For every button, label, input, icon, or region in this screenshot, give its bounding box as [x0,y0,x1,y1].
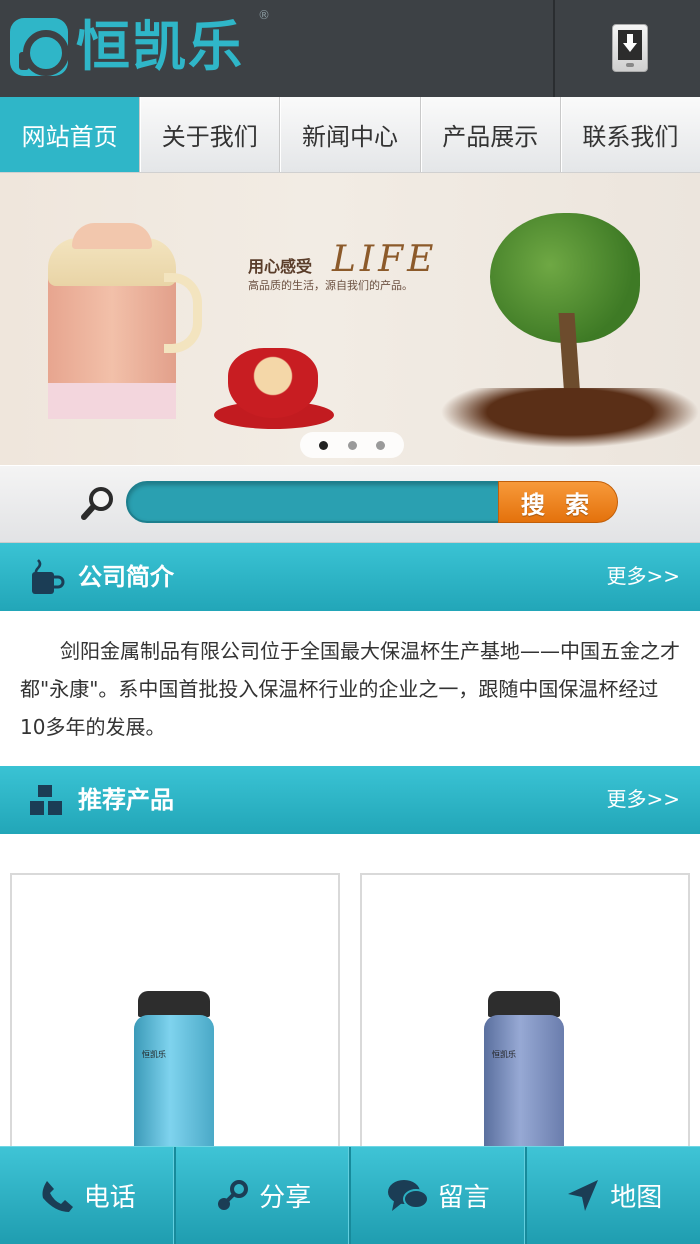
header: 恒凯乐 ® [0,0,700,97]
slider-dot-2[interactable] [347,440,357,450]
bottle-cap [138,991,210,1017]
thermos-jug-band [48,383,176,419]
slider-pagination [300,432,404,458]
map-arrow-icon [568,1179,599,1211]
phone-home-button [626,63,634,67]
recommended-products-more-link[interactable]: 更多>> [606,766,680,834]
banner-subtitle: 高品质的生活，源自我们的产品。 [248,279,413,292]
map-label: 地图 [610,1183,663,1213]
header-divider [553,0,555,97]
company-intro-text: 剑阳金属制品有限公司位于全国最大保温杯生产基地——中国五金之才都"永康"。系中国… [20,639,680,739]
message-button[interactable]: 留言 [351,1147,527,1244]
product-card[interactable]: 恒凯乐 [10,873,340,1173]
banner-life-text: LIFE [332,239,438,280]
logo-text: 恒凯乐 [76,15,244,78]
slider-dot-1[interactable] [319,440,329,450]
nav-item-contact[interactable]: 联系我们 [561,97,700,172]
share-label: 分享 [259,1183,312,1213]
search-input[interactable] [126,481,506,523]
bottle-brand-label: 恒凯乐 [142,1050,166,1059]
search-icon [81,487,113,520]
download-app-button[interactable] [612,24,648,72]
search-button[interactable]: 搜 索 [498,481,618,523]
share-button[interactable]: 分享 [176,1147,351,1244]
message-icon [387,1179,429,1211]
company-intro-title: 公司简介 [78,563,174,591]
product-card[interactable]: 恒凯乐 [360,873,690,1173]
message-label: 留言 [437,1183,490,1213]
share-icon [218,1179,249,1210]
company-intro-more-link[interactable]: 更多>> [606,543,680,611]
nav-item-news[interactable]: 新闻中心 [280,97,421,172]
phone-label: 电话 [83,1183,136,1213]
thermos-jug-handle [164,273,202,353]
phone-button[interactable]: 电话 [0,1147,176,1244]
map-button[interactable]: 地图 [527,1147,700,1244]
logo[interactable]: 恒凯乐 [10,14,244,80]
download-arrow-icon [623,34,637,52]
boxes-icon [30,785,62,815]
bottle-cap [488,991,560,1017]
banner-slider[interactable]: 用心感受 LIFE 高品质的生活，源自我们的产品。 [0,173,700,465]
recommended-products-header: 推荐产品 更多>> [0,766,700,834]
registered-mark: ® [258,8,270,22]
logo-mark-icon [10,18,69,76]
coffee-cup-image [228,348,318,418]
nav-item-products[interactable]: 产品展示 [421,97,561,172]
thermos-jug-cap [72,223,152,249]
coffee-beans-image [440,388,700,448]
company-intro-header: 公司简介 更多>> [0,543,700,611]
recommended-products-title: 推荐产品 [78,786,174,814]
bottle-brand-label: 恒凯乐 [492,1050,516,1059]
slider-dot-3[interactable] [375,440,385,450]
bottom-toolbar: 电话 分享 留言 地图 [0,1146,700,1244]
coffee-cup-icon [32,559,65,594]
nav-item-home[interactable]: 网站首页 [0,97,141,172]
phone-icon [42,1180,73,1212]
nav-item-about[interactable]: 关于我们 [140,97,281,172]
main-nav: 网站首页 关于我们 新闻中心 产品展示 联系我们 [0,97,700,173]
banner-slogan: 用心感受 [248,257,313,276]
